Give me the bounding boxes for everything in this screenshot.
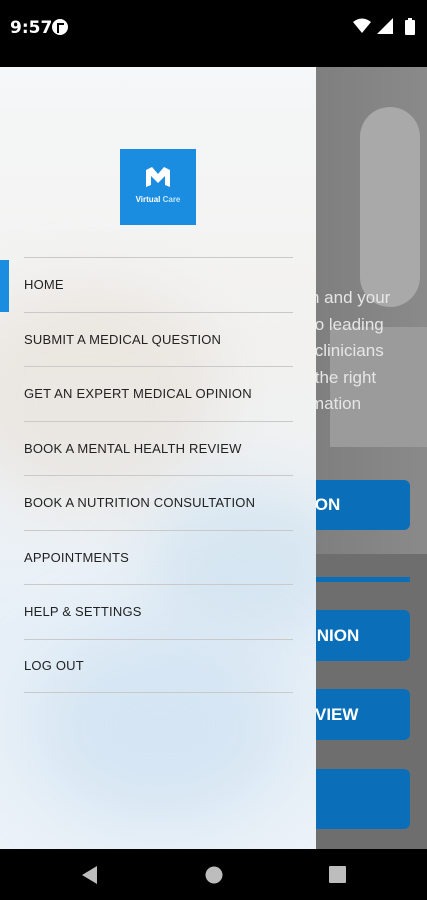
- status-bar: 9:57: [0, 0, 427, 67]
- menu-item-expert-medical-opinion[interactable]: GET AN EXPERT MEDICAL OPINION: [24, 366, 293, 421]
- virtual-care-logo: Virtual Care: [120, 149, 196, 225]
- system-nav-bar: [0, 849, 427, 900]
- menu-item-log-out[interactable]: LOG OUT: [24, 638, 293, 693]
- battery-icon: [405, 18, 415, 35]
- wifi-icon: [353, 18, 371, 33]
- drawer-menu: HOME SUBMIT A MEDICAL QUESTION GET AN EX…: [0, 257, 316, 693]
- home-icon[interactable]: [205, 866, 223, 884]
- back-icon[interactable]: [82, 866, 98, 884]
- logo-mark-icon: [146, 167, 170, 187]
- logo-text: Virtual Care: [135, 195, 181, 204]
- menu-item-appointments[interactable]: APPOINTMENTS: [24, 529, 293, 585]
- hero-text: h and your o leading clinicians the righ…: [310, 288, 391, 413]
- menu-item-help-settings[interactable]: HELP & SETTINGS: [24, 584, 293, 639]
- menu-item-mental-health-review[interactable]: BOOK A MENTAL HEALTH REVIEW: [24, 420, 293, 476]
- menu-item-home[interactable]: HOME: [24, 257, 293, 312]
- signal-icon: [377, 18, 393, 34]
- status-time: 9:57: [10, 18, 53, 38]
- recents-icon[interactable]: [329, 866, 346, 883]
- divider: [300, 577, 410, 582]
- navigation-drawer: Virtual Care HOME SUBMIT A MEDICAL QUEST…: [0, 67, 316, 849]
- menu-item-nutrition-consultation[interactable]: BOOK A NUTRITION CONSULTATION: [24, 475, 293, 530]
- menu-item-submit-medical-question[interactable]: SUBMIT A MEDICAL QUESTION: [24, 311, 293, 367]
- notification-app-icon: [52, 19, 68, 35]
